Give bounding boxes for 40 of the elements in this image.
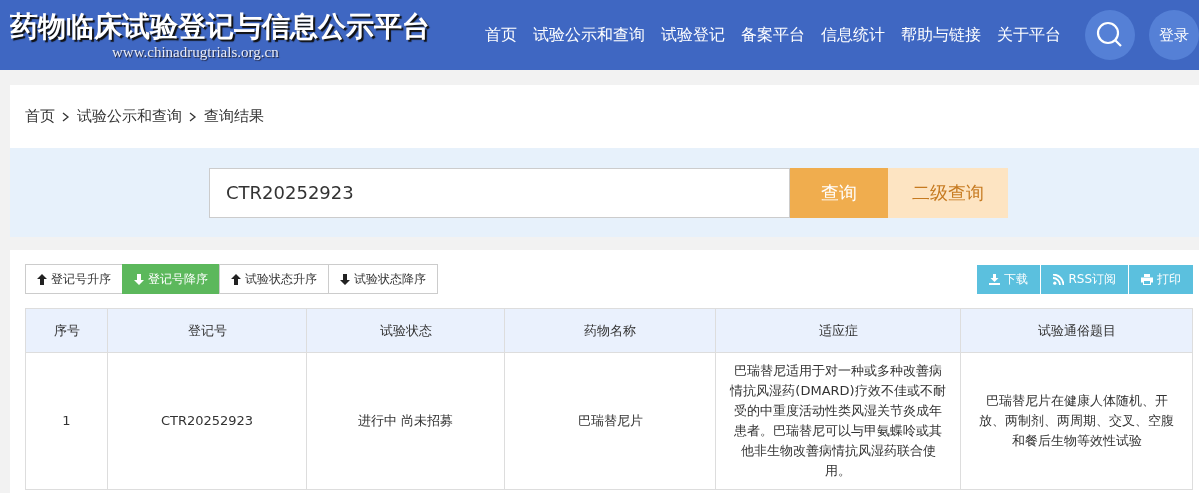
table-cell: 1: [25, 352, 108, 490]
site-title: 药物临床试验登记与信息公示平台: [10, 10, 431, 44]
table-cell: 进行中 尚未招募: [306, 352, 505, 490]
breadcrumb-link[interactable]: 试验公示和查询: [77, 107, 182, 126]
breadcrumb-separator-icon: [189, 111, 197, 122]
download-icon: [989, 273, 1001, 285]
column-header: 序号: [25, 308, 108, 353]
nav-link[interactable]: 关于平台: [997, 24, 1061, 46]
arrow-up-icon: [231, 273, 241, 285]
arrow-down-icon: [340, 273, 350, 285]
nav-link[interactable]: 首页: [485, 24, 517, 46]
table-cell: CTR20252923: [107, 352, 307, 490]
advanced-query-button[interactable]: 二级查询: [888, 167, 1008, 218]
column-header: 登记号: [107, 308, 307, 353]
nav-link[interactable]: 信息统计: [821, 24, 885, 46]
rss-icon: [1053, 273, 1065, 285]
arrow-up-icon: [37, 273, 47, 285]
search-button[interactable]: [1085, 10, 1135, 60]
search-field[interactable]: CTR20252923: [209, 167, 790, 218]
nav-link[interactable]: 备案平台: [741, 24, 805, 46]
sort-button[interactable]: 试验状态降序: [328, 264, 438, 294]
sort-button[interactable]: 试验状态升序: [219, 264, 329, 294]
breadcrumb-link[interactable]: 首页: [25, 107, 55, 126]
nav-link[interactable]: 帮助与链接: [901, 24, 981, 46]
column-header: 试验通俗题目: [960, 308, 1193, 353]
site-url: www.chinadrugtrials.org.cn: [112, 44, 280, 60]
column-header: 适应症: [715, 308, 961, 353]
table-cell: 巴瑞替尼片在健康人体随机、开放、两制剂、两周期、交叉、空腹和餐后生物等效性试验: [960, 352, 1193, 490]
breadcrumb-separator-icon: [62, 111, 70, 122]
table-cell: 巴瑞替尼片: [504, 352, 716, 490]
login-button[interactable]: 登录: [1149, 10, 1199, 60]
sort-button[interactable]: 登记号升序: [25, 264, 123, 294]
arrow-down-icon: [134, 273, 144, 285]
current-page-label: 查询结果: [204, 107, 264, 126]
column-header: 药物名称: [504, 308, 716, 353]
printer-icon: [1141, 273, 1153, 285]
nav-link[interactable]: 试验登记: [661, 24, 725, 46]
column-header: 试验状态: [306, 308, 505, 353]
table-cell: 巴瑞替尼适用于对一种或多种改善病情抗风湿药(DMARD)疗效不佳或不耐受的中重度活动性类风湿关节炎成年患者。巴瑞替尼可以与甲氨蝶呤或其他非生物改善病情抗风湿药联合使用。: [715, 352, 961, 490]
nav-link[interactable]: 试验公示和查询: [533, 24, 645, 46]
